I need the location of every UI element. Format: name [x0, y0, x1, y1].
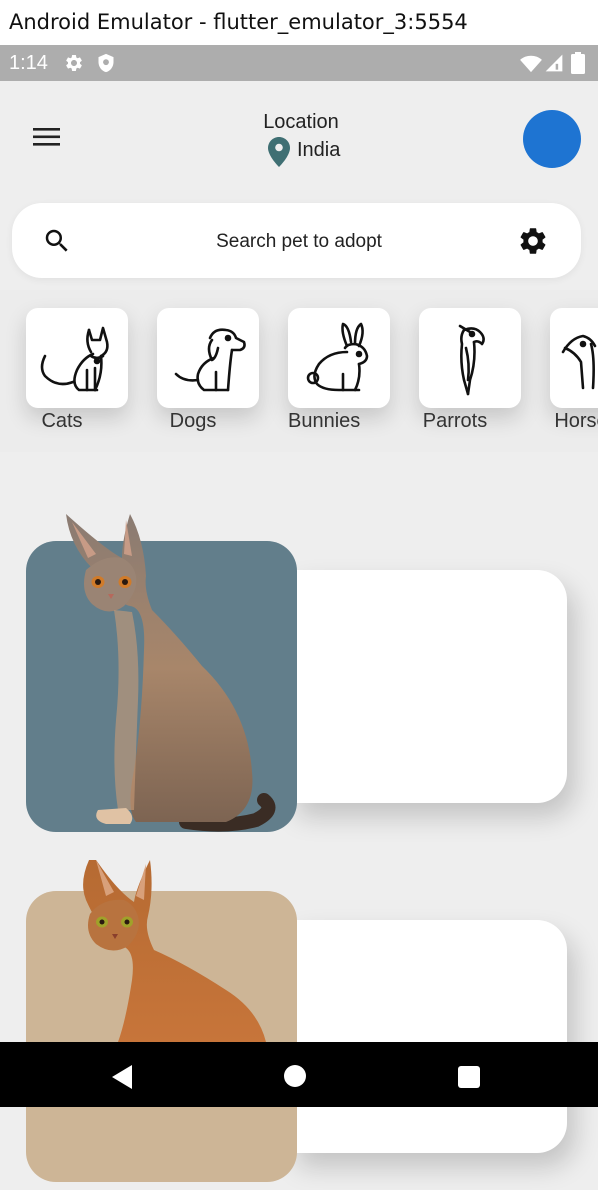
pet-info-panel [290, 570, 567, 803]
rabbit-icon [306, 322, 369, 392]
back-icon[interactable] [110, 1064, 134, 1090]
category-horses[interactable]: Horses [550, 308, 598, 432]
location-label: Location [263, 111, 339, 133]
abyssinian-cat-photo [83, 860, 266, 1042]
category-card [26, 308, 128, 408]
pet-info-panel [290, 920, 567, 1153]
signal-icon [545, 54, 563, 72]
search-bar [12, 203, 581, 278]
category-card [288, 308, 390, 408]
location-pin-icon [268, 137, 290, 167]
category-card [550, 308, 598, 408]
category-dogs[interactable]: Dogs [157, 308, 259, 432]
category-bunnies[interactable]: Bunnies [288, 308, 390, 432]
abyssinian-cat-photo [66, 514, 276, 832]
recents-icon[interactable] [458, 1066, 480, 1088]
status-bar: 1:14 [0, 45, 598, 81]
search-icon[interactable] [42, 226, 72, 256]
gear-icon [66, 55, 82, 71]
category-label: Horses [554, 410, 598, 432]
gear-icon[interactable] [517, 225, 549, 257]
category-card [419, 308, 521, 408]
category-list: Cats Dogs Bunnies Parrots Hors [0, 290, 598, 452]
category-label: Dogs [169, 410, 217, 432]
category-card [157, 308, 259, 408]
pet-card[interactable] [26, 860, 567, 1190]
category-label: Bunnies [288, 410, 361, 432]
search-input[interactable] [102, 221, 496, 263]
category-label: Cats [41, 410, 83, 432]
category-parrots[interactable]: Parrots [419, 308, 521, 432]
cat-icon [40, 326, 109, 392]
dog-icon [174, 328, 246, 392]
pet-card[interactable] [26, 510, 567, 840]
location-value: India [297, 139, 341, 161]
horse-icon [561, 334, 597, 390]
wifi-icon [520, 55, 542, 73]
system-nav-bar [0, 1042, 598, 1107]
parrot-icon [458, 324, 485, 396]
shield-icon [98, 53, 114, 73]
window-title: Android Emulator - flutter_emulator_3:55… [0, 0, 598, 45]
app-header: Location India [0, 81, 598, 196]
category-cats[interactable]: Cats [26, 308, 128, 432]
category-label: Parrots [422, 410, 488, 432]
avatar[interactable] [523, 110, 581, 168]
status-time: 1:14 [9, 52, 48, 74]
home-icon[interactable] [284, 1065, 306, 1087]
battery-icon [571, 52, 585, 74]
